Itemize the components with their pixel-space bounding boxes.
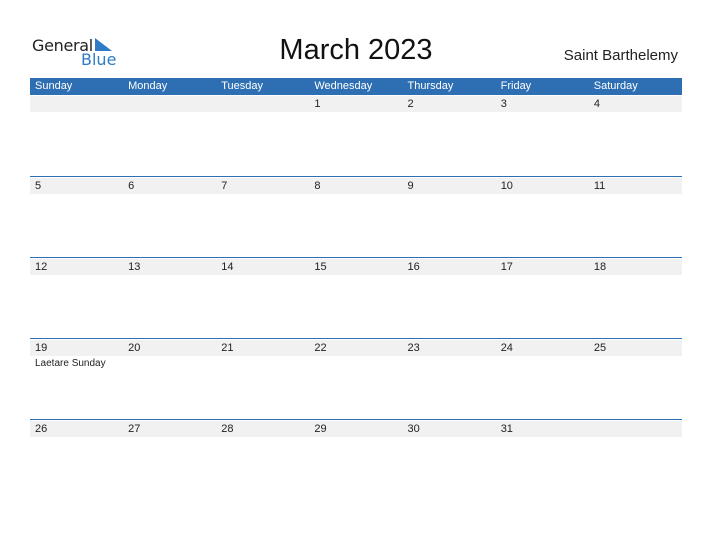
day-number: 10 [500, 180, 513, 192]
day-cell: 14 [216, 259, 309, 340]
day-number: 21 [221, 342, 234, 354]
day-number: 30 [407, 423, 420, 435]
day-number: 2 [407, 98, 414, 110]
day-number: 28 [221, 423, 234, 435]
day-cell: 13 [123, 259, 216, 340]
day-number: 20 [128, 342, 141, 354]
day-cell: 30 [403, 421, 496, 502]
day-number: 29 [314, 423, 327, 435]
day-number: 22 [314, 342, 327, 354]
day-number: 5 [35, 180, 42, 192]
week-row: 5 6 7 8 9 10 11 [30, 176, 682, 259]
day-number: 17 [500, 261, 513, 273]
day-cell: 28 [216, 421, 309, 502]
day-number: 1 [314, 98, 321, 110]
day-number: 13 [128, 261, 141, 273]
day-cell: 16 [403, 259, 496, 340]
day-number: 14 [221, 261, 234, 273]
day-cell: 1 [309, 96, 402, 177]
weekday-sunday: Sunday [35, 80, 73, 92]
day-cell [216, 96, 309, 177]
day-cell: 31 [496, 421, 589, 502]
weekday-tuesday: Tuesday [221, 80, 264, 92]
day-cell: 27 [123, 421, 216, 502]
day-cell: 19 Laetare Sunday [30, 340, 123, 421]
week-row: 26 27 28 29 30 31 [30, 419, 682, 502]
day-cell: 5 [30, 178, 123, 259]
day-cell: 21 [216, 340, 309, 421]
day-cell: 23 [403, 340, 496, 421]
weekday-thursday: Thursday [407, 80, 454, 92]
day-cell [589, 421, 682, 502]
day-number: 27 [128, 423, 141, 435]
day-number: 3 [500, 98, 507, 110]
weekday-wednesday: Wednesday [314, 80, 373, 92]
day-cell: 20 [123, 340, 216, 421]
day-number: 26 [35, 423, 48, 435]
weekday-header: Sunday Monday Tuesday Wednesday Thursday… [30, 78, 682, 95]
day-number: 31 [500, 423, 513, 435]
week-row: 19 Laetare Sunday 20 21 22 23 24 25 [30, 338, 682, 421]
week-divider [30, 338, 682, 339]
day-cell: 26 [30, 421, 123, 502]
day-cell: 3 [496, 96, 589, 177]
day-number: 15 [314, 261, 327, 273]
day-cell: 8 [309, 178, 402, 259]
day-number: 19 [35, 342, 48, 354]
day-number: 25 [593, 342, 607, 354]
day-cell: 12 [30, 259, 123, 340]
weekday-saturday: Saturday [593, 80, 638, 92]
day-number: 11 [593, 180, 606, 192]
region-name: Saint Barthelemy [563, 47, 678, 64]
weekday-friday: Friday [500, 80, 532, 92]
day-cell: 4 [589, 96, 682, 177]
day-number: 4 [593, 98, 600, 110]
day-cell: 22 [309, 340, 402, 421]
day-number: 6 [128, 180, 135, 192]
day-cell: 25 [589, 340, 682, 421]
day-cell: 17 [496, 259, 589, 340]
weekday-monday: Monday [128, 80, 168, 92]
day-cell: 24 [496, 340, 589, 421]
day-cell: 18 [589, 259, 682, 340]
day-number: 16 [407, 261, 420, 273]
day-number: 8 [314, 180, 321, 192]
day-number: 9 [407, 180, 414, 192]
day-cell [30, 96, 123, 177]
week-row: 12 13 14 15 16 17 18 [30, 257, 682, 340]
day-cell: 10 [496, 178, 589, 259]
day-cell: 7 [216, 178, 309, 259]
day-number: 12 [35, 261, 48, 273]
week-divider [30, 419, 682, 420]
day-number: 18 [593, 261, 607, 273]
day-cell: 2 [403, 96, 496, 177]
day-cell: 11 [589, 178, 682, 259]
week-divider [30, 176, 682, 177]
day-cell: 6 [123, 178, 216, 259]
day-cell: 9 [403, 178, 496, 259]
day-number: 23 [407, 342, 420, 354]
holiday-label: Laetare Sunday [35, 358, 106, 369]
week-divider [30, 257, 682, 258]
week-row: 1 2 3 4 [30, 96, 682, 177]
day-number: 24 [500, 342, 513, 354]
day-cell: 29 [309, 421, 402, 502]
day-number: 7 [221, 180, 228, 192]
day-cell [123, 96, 216, 177]
day-cell: 15 [309, 259, 402, 340]
